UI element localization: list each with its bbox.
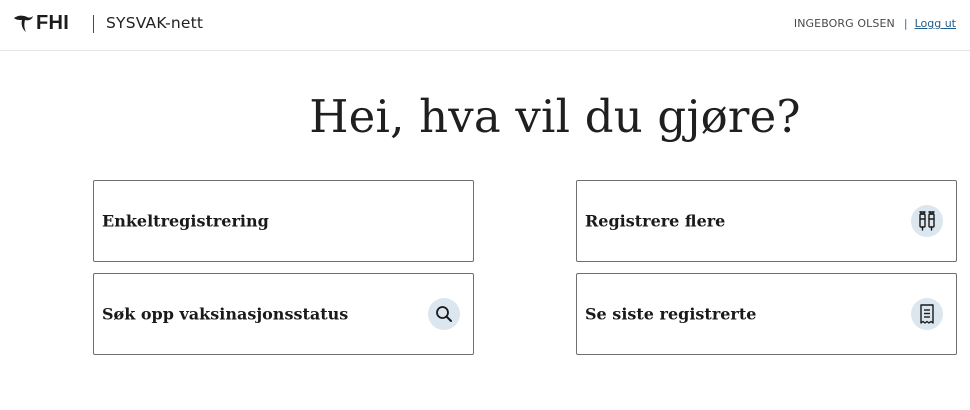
card-label: Søk opp vaksinasjonsstatus [102,304,349,324]
app-header: FHI SYSVAK-nett INGEBORG OLSEN | Logg ut [0,0,970,51]
page-title: Hei, hva vil du gjøre? [309,90,801,143]
user-area: INGEBORG OLSEN | Logg ut [794,17,956,30]
user-separator: | [903,17,908,30]
receipt-list-icon [911,298,943,330]
logout-link[interactable]: Logg ut [915,17,956,30]
card-enkeltregistrering[interactable]: Enkeltregistrering [93,180,474,262]
search-icon [428,298,460,330]
card-label: Registrere flere [585,211,726,231]
app-name: SYSVAK-nett [106,14,204,32]
card-registrere-flere[interactable]: Registrere flere [576,180,957,262]
fhi-bird-icon [14,15,33,32]
fhi-logo[interactable]: FHI [12,10,69,36]
vaccine-vials-icon [911,205,943,237]
logo-divider [93,15,94,33]
card-sok-vaksinasjonsstatus[interactable]: Søk opp vaksinasjonsstatus [93,273,474,355]
card-se-siste-registrerte[interactable]: Se siste registrerte [576,273,957,355]
user-name: INGEBORG OLSEN [793,17,895,30]
card-label: Enkeltregistrering [102,211,269,231]
card-label: Se siste registrerte [585,304,757,324]
logo-text: FHI [36,11,70,34]
